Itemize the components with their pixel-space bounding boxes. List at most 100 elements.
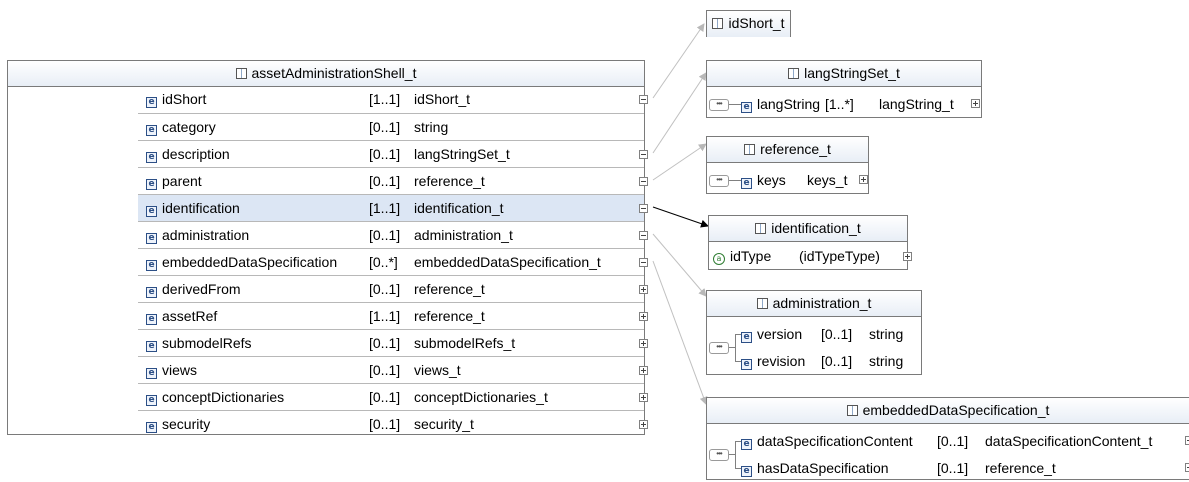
element-cardinality: [0..1]	[369, 389, 401, 405]
main-row-asset-ref[interactable]: e assetRef [1..1] reference_t	[138, 302, 648, 329]
type-row-has-data-specification[interactable]: e hasDataSpecification [0..1] reference_t	[707, 455, 1189, 482]
element-name: administration	[162, 227, 250, 243]
main-row-administration[interactable]: e administration [0..1] administration_t	[138, 221, 648, 248]
expand-button[interactable]	[639, 312, 648, 321]
element-icon: e	[741, 439, 752, 450]
element-icon: e	[741, 332, 752, 343]
simple-type-icon	[712, 18, 724, 29]
connector-administration	[652, 233, 707, 297]
element-icon: e	[146, 125, 157, 136]
element-cardinality: [1..1]	[369, 200, 401, 216]
type-box-langstringset: langStringSet_t ••• e langString [1..*] l…	[706, 60, 982, 118]
complex-type-icon	[755, 223, 767, 234]
collapse-button[interactable]	[639, 204, 648, 213]
complex-type-icon	[744, 144, 756, 155]
element-name: revision	[757, 353, 806, 369]
collapse-button[interactable]	[639, 231, 648, 240]
collapse-button[interactable]	[639, 258, 648, 267]
type-row-version[interactable]: e version [0..1] string	[707, 321, 921, 348]
element-type: langString_t	[879, 96, 954, 112]
attribute-icon: a	[713, 253, 725, 265]
type-header-idshort[interactable]: idShort_t	[707, 11, 790, 37]
expand-button[interactable]	[639, 339, 648, 348]
element-cardinality: [0..1]	[369, 119, 401, 135]
element-type: langStringSet_t	[414, 146, 510, 162]
element-cardinality: [0..*]	[369, 254, 398, 270]
element-name: derivedFrom	[162, 281, 241, 297]
type-row-idtype[interactable]: a idType (idTypeType)	[709, 243, 907, 270]
element-name: embeddedDataSpecification	[162, 254, 338, 270]
element-icon: e	[146, 395, 157, 406]
expand-button[interactable]	[639, 420, 648, 429]
element-type: idShort_t	[414, 91, 471, 107]
type-header-langstringset[interactable]: langStringSet_t	[707, 61, 981, 87]
element-cardinality: [1..*]	[825, 96, 854, 112]
element-name: version	[757, 326, 803, 342]
type-title-embedded-data-specification: embeddedDataSpecification_t	[862, 402, 1050, 418]
element-type: reference_t	[414, 281, 485, 297]
element-cardinality: [0..1]	[369, 173, 401, 189]
element-cardinality: [0..1]	[369, 227, 401, 243]
element-type: string	[869, 326, 904, 342]
expand-button[interactable]	[971, 99, 980, 108]
main-row-derived-from[interactable]: e derivedFrom [0..1] reference_t	[138, 275, 648, 302]
main-row-concept-dictionaries[interactable]: e conceptDictionaries [0..1] conceptDiction…	[138, 383, 648, 410]
main-row-parent[interactable]: e parent [0..1] reference_t	[138, 167, 648, 194]
element-name: dataSpecificationContent	[757, 433, 913, 449]
type-header-reference[interactable]: reference_t	[707, 137, 868, 163]
complex-type-icon	[756, 298, 768, 309]
element-cardinality: [0..1]	[369, 362, 401, 378]
type-header-administration[interactable]: administration_t	[707, 291, 921, 317]
element-icon: e	[741, 178, 752, 189]
collapse-button[interactable]	[1185, 463, 1189, 472]
expand-button[interactable]	[639, 285, 648, 294]
element-name: security	[162, 416, 211, 432]
main-row-views[interactable]: e views [0..1] views_t	[138, 356, 648, 383]
main-row-description[interactable]: e description [0..1] langStringSet_t	[138, 140, 648, 167]
type-box-administration: administration_t ••• e version [0..1] str…	[706, 290, 922, 375]
collapse-button[interactable]	[639, 95, 648, 104]
type-row-data-specification-content[interactable]: e dataSpecificationContent [0..1] dataSpe…	[707, 428, 1189, 455]
type-box-idshort: idShort_t	[706, 10, 791, 37]
element-name: keys	[757, 172, 786, 188]
element-cardinality: [0..1]	[369, 281, 401, 297]
expand-button[interactable]	[639, 366, 648, 375]
type-box-identification: identification_t a idType (idTypeType)	[708, 215, 912, 270]
collapse-button[interactable]	[639, 177, 648, 186]
type-row-langstring[interactable]: e langString [1..*] langString_t	[707, 91, 981, 118]
element-type: administration_t	[414, 227, 513, 243]
element-type: security_t	[414, 416, 474, 432]
element-type: reference_t	[985, 460, 1056, 476]
main-row-category[interactable]: e category [0..1] string	[138, 113, 644, 140]
element-icon: e	[741, 359, 752, 370]
element-cardinality: [0..1]	[821, 353, 853, 369]
collapse-button[interactable]	[1185, 436, 1189, 445]
attribute-name: idType	[730, 248, 772, 264]
type-title-idshort: idShort_t	[728, 15, 785, 31]
type-row-revision[interactable]: e revision [0..1] string	[707, 348, 921, 375]
element-cardinality: [0..1]	[937, 460, 969, 476]
expand-button[interactable]	[903, 252, 912, 261]
element-type: embeddedDataSpecification_t	[414, 254, 601, 270]
element-icon: e	[146, 314, 157, 325]
main-row-submodel-refs[interactable]: e submodelRefs [0..1] submodelRefs_t	[138, 329, 648, 356]
type-header-identification[interactable]: identification_t	[709, 216, 907, 242]
expand-button[interactable]	[639, 393, 648, 402]
collapse-button[interactable]	[639, 150, 648, 159]
element-icon: e	[146, 152, 157, 163]
main-row-security[interactable]: e security [0..1] security_t	[138, 410, 648, 437]
type-title-reference: reference_t	[760, 141, 831, 157]
main-row-id-short[interactable]: e idShort [1..1] idShort_t	[138, 86, 648, 113]
main-row-embedded-data-specification[interactable]: e embeddedDataSpecification [0..*] embedded…	[138, 248, 648, 275]
element-type: string	[414, 119, 449, 135]
element-icon: e	[146, 422, 157, 433]
type-row-keys[interactable]: e keys keys_t	[707, 167, 868, 194]
complex-type-icon	[846, 405, 858, 416]
element-type: identification_t	[414, 200, 504, 216]
main-type-header[interactable]: assetAdministrationShell_t	[8, 61, 644, 87]
element-cardinality: [0..1]	[937, 433, 969, 449]
expand-button[interactable]	[859, 175, 868, 184]
type-header-embedded-data-specification[interactable]: embeddedDataSpecification_t	[707, 398, 1189, 424]
element-icon: e	[741, 466, 752, 477]
main-row-identification[interactable]: e identification [1..1] identification_t	[138, 194, 648, 221]
